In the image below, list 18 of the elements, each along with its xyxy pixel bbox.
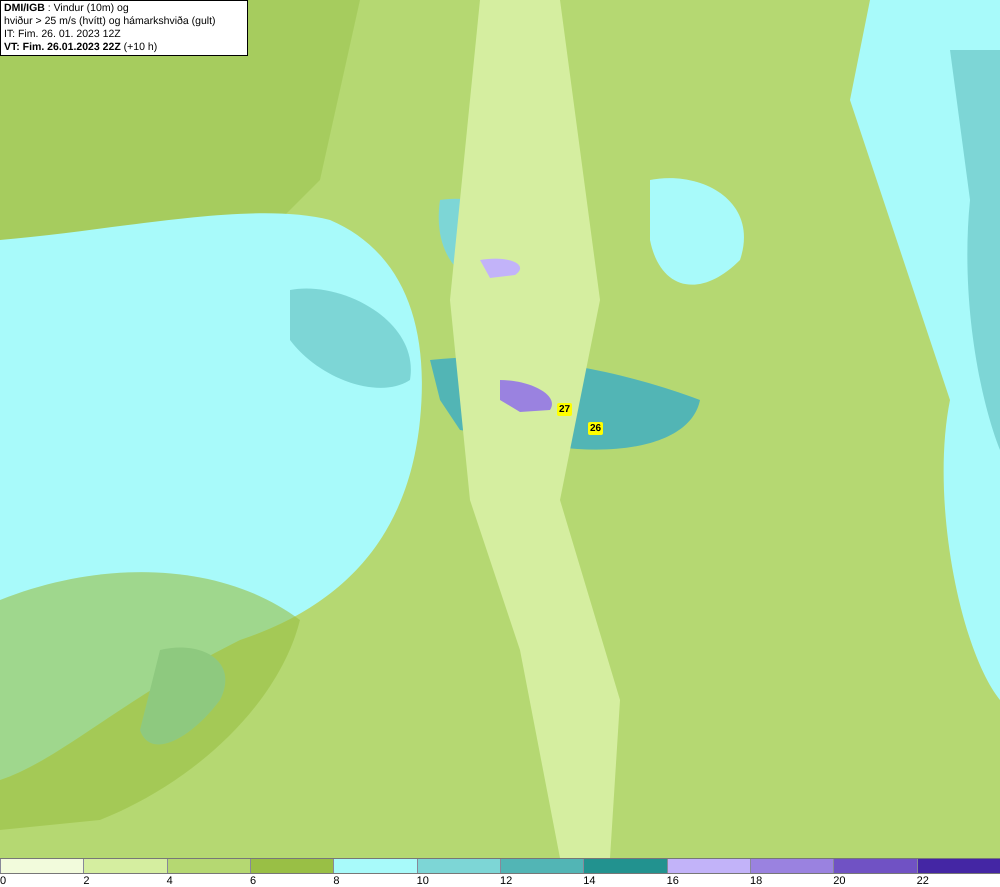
legend-tick-label: 18 bbox=[750, 875, 762, 887]
gust-label: 26 bbox=[588, 422, 604, 435]
legend-tick-label: 12 bbox=[500, 875, 512, 887]
legend-tick-label: 14 bbox=[583, 875, 596, 887]
legend-tick-label: 16 bbox=[666, 875, 679, 887]
gust-label: 27 bbox=[557, 403, 572, 416]
legend-tick-label: 20 bbox=[833, 875, 846, 887]
legend-tick-label: 4 bbox=[166, 875, 173, 887]
legend-tick-label: 22 bbox=[916, 875, 929, 887]
header-text: VT: Fim. 26.01.2023 22Z (+10 h) bbox=[4, 41, 158, 54]
header-text: DMI/IGB : Vindur (10m) og bbox=[4, 2, 130, 15]
header-text: IT: Fim. 26. 01. 2023 12Z bbox=[4, 28, 122, 41]
legend-tick-label: 0 bbox=[0, 875, 6, 887]
legend-tick-label: 6 bbox=[250, 875, 256, 887]
legend-tick-label: 8 bbox=[333, 875, 340, 887]
header-text: hviður > 25 m/s (hvítt) og hámarkshviða (gult) bbox=[4, 15, 217, 28]
legend-tick-label: 2 bbox=[83, 875, 90, 887]
legend-tick-label: 10 bbox=[416, 875, 429, 887]
